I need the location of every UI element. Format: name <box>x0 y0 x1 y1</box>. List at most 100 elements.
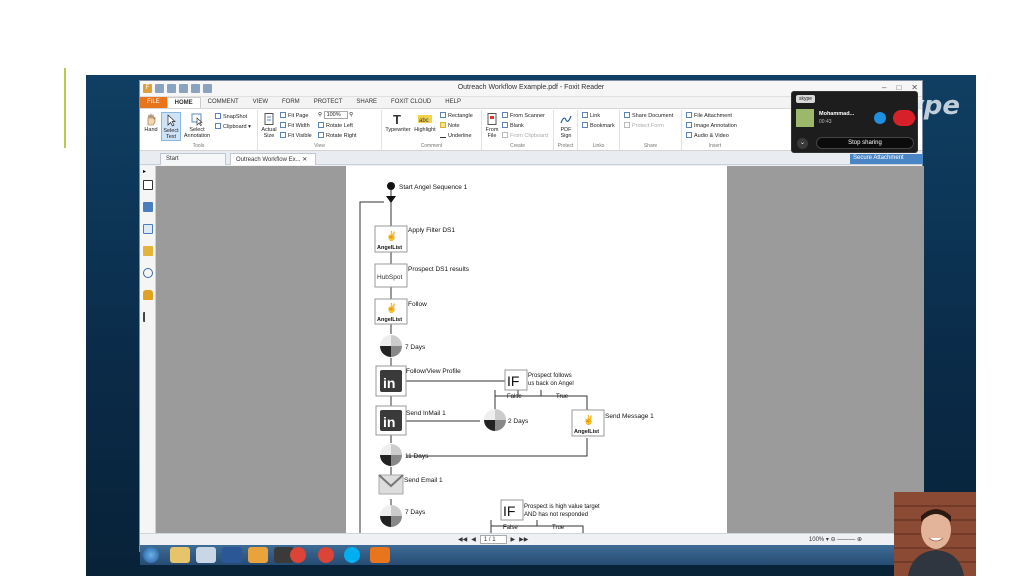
bookmark-button[interactable]: Bookmark <box>582 122 615 129</box>
ribbon-group-comment: T Typewriter abc Highlight Rectangle Not… <box>382 110 482 150</box>
prev-page-icon[interactable]: ◀ <box>471 536 476 543</box>
zoom-select[interactable]: ⚲ 100% ⚲ <box>318 111 353 119</box>
rotate-right-button[interactable]: Rotate Right <box>318 132 357 139</box>
highlight-button[interactable]: abc Highlight <box>413 112 437 133</box>
window-title: Outreach Workflow Example.pdf - Foxit Re… <box>457 84 605 91</box>
actual-size-button[interactable]: Actual Size <box>260 112 278 139</box>
image-icon <box>686 122 692 128</box>
svg-text:in: in <box>383 375 395 391</box>
ribbon-group-tools: Hand Select Text Select Annotation SnapS… <box>140 110 258 150</box>
status-bar: ◀◀ ◀ 1 / 1 ▶ ▶▶ 100% ▾ ⊖ ——— ⊕ <box>140 533 924 545</box>
tab-outreach-workflow[interactable]: Outreach Workflow Ex... ✕ <box>230 153 316 165</box>
share-icon <box>624 112 630 118</box>
menu-home[interactable]: HOME <box>166 97 201 108</box>
from-clipboard-button[interactable]: From Clipboard <box>502 132 548 139</box>
microphone-icon[interactable] <box>874 112 886 124</box>
svg-text:IF: IF <box>507 373 519 389</box>
rectangle-button[interactable]: Rectangle <box>440 112 473 119</box>
true-label: True <box>556 394 569 400</box>
link-button[interactable]: Link <box>582 112 600 119</box>
menu-form[interactable]: FORM <box>275 97 307 108</box>
victory-hand-icon: ✌ <box>386 230 397 242</box>
webcam-overlay <box>894 492 976 576</box>
layers-icon[interactable] <box>143 224 153 234</box>
svg-text:T: T <box>393 112 401 126</box>
underline-icon <box>440 132 446 138</box>
false-label-2: False <box>503 525 518 531</box>
zoom-in-icon[interactable]: ⚲ <box>349 112 353 118</box>
underline-button[interactable]: Underline <box>440 132 472 139</box>
chrome-taskbar-icon[interactable] <box>290 547 306 563</box>
menu-file[interactable]: FILE <box>140 97 167 108</box>
secure-attachment-tab[interactable]: Secure Attachment <box>850 154 923 164</box>
blank-button[interactable]: Blank <box>502 122 524 129</box>
timer-icon <box>380 505 402 527</box>
zoom-out-icon[interactable]: ⚲ <box>318 112 322 118</box>
victory-hand-icon: ✌ <box>583 414 594 426</box>
svg-text:AngelList: AngelList <box>574 429 599 435</box>
typewriter-icon: T <box>393 112 401 126</box>
status-zoom[interactable]: 100% ▾ ⊖ ——— ⊕ <box>809 536 862 543</box>
snapshot-button[interactable]: SnapShot <box>215 113 247 120</box>
expand-panel-icon[interactable]: ▸ <box>143 168 153 176</box>
actual-size-icon <box>264 113 274 125</box>
menu-help[interactable]: HELP <box>438 97 468 108</box>
svg-text:AngelList: AngelList <box>377 245 402 251</box>
stop-sharing-button[interactable]: Stop sharing <box>816 137 914 149</box>
hang-up-icon[interactable] <box>893 110 915 126</box>
comments-icon[interactable] <box>143 246 153 256</box>
note-button[interactable]: Note <box>440 122 460 129</box>
file-attachment-button[interactable]: File Attachment <box>686 112 732 119</box>
menu-foxit-cloud[interactable]: FOXIT CLOUD <box>384 97 438 108</box>
note-icon <box>440 122 446 128</box>
ribbon-group-create: From File From Scanner Blank From Clipbo… <box>482 110 554 150</box>
audio-video-button[interactable]: Audio & Video <box>686 132 729 139</box>
pdf-sign-button[interactable]: PDF Sign <box>556 112 576 139</box>
chevron-down-icon[interactable]: ⌄ <box>797 138 808 149</box>
foxit-taskbar-icon[interactable] <box>370 547 390 563</box>
fit-visible-button[interactable]: Fit Visible <box>280 132 312 139</box>
rectangle-icon <box>440 112 446 118</box>
rotate-left-button[interactable]: Rotate Left <box>318 122 353 129</box>
menu-share[interactable]: SHARE <box>349 97 384 108</box>
select-text-button[interactable]: Select Text <box>161 112 181 141</box>
tab-close-icon[interactable]: ✕ <box>302 157 307 163</box>
bookmarks-icon[interactable] <box>143 202 153 212</box>
protect-form-button[interactable]: Protect Form <box>624 122 664 129</box>
security-icon[interactable] <box>143 290 153 300</box>
image-annotation-button[interactable]: Image Annotation <box>686 122 737 129</box>
menu-comment[interactable]: COMMENT <box>201 97 246 108</box>
start-menu-icon[interactable] <box>143 547 159 563</box>
calculator-taskbar-icon[interactable] <box>196 547 216 563</box>
pages-icon[interactable] <box>143 180 153 190</box>
fit-width-button[interactable]: Fit Width <box>280 122 310 129</box>
ribbon-group-insert: File Attachment Image Annotation Audio &… <box>682 110 748 150</box>
signature-icon[interactable] <box>143 312 153 322</box>
word-taskbar-icon[interactable] <box>222 547 242 563</box>
media-taskbar-icon[interactable] <box>248 547 268 563</box>
from-clipboard-icon <box>502 132 508 138</box>
select-annotation-button[interactable]: Select Annotation <box>183 112 211 139</box>
last-page-icon[interactable]: ▶▶ <box>519 536 528 543</box>
from-file-button[interactable]: From File <box>484 112 500 139</box>
fit-page-icon <box>280 112 286 118</box>
fit-page-button[interactable]: Fit Page <box>280 112 308 119</box>
hand-tool-button[interactable]: Hand <box>142 112 160 133</box>
tab-start[interactable]: Start <box>160 153 226 165</box>
first-page-icon[interactable]: ◀◀ <box>458 536 467 543</box>
menu-view[interactable]: VIEW <box>246 97 275 108</box>
chrome-taskbar-icon-2[interactable] <box>318 547 334 563</box>
menu-protect[interactable]: PROTECT <box>307 97 350 108</box>
explorer-taskbar-icon[interactable] <box>170 547 190 563</box>
scanner-icon <box>502 112 508 118</box>
from-scanner-button[interactable]: From Scanner <box>502 112 545 119</box>
attachments-icon[interactable] <box>143 268 153 278</box>
typewriter-button[interactable]: T Typewriter <box>384 112 412 133</box>
page-number-input[interactable]: 1 / 1 <box>479 535 507 544</box>
skype-panel-header: skype <box>796 95 816 103</box>
next-page-icon[interactable]: ▶ <box>511 536 516 543</box>
share-document-button[interactable]: Share Document <box>624 112 673 119</box>
skype-taskbar-icon[interactable] <box>344 547 360 563</box>
clipboard-button[interactable]: Clipboard ▾ <box>215 123 251 130</box>
paperclip-icon <box>686 112 692 118</box>
